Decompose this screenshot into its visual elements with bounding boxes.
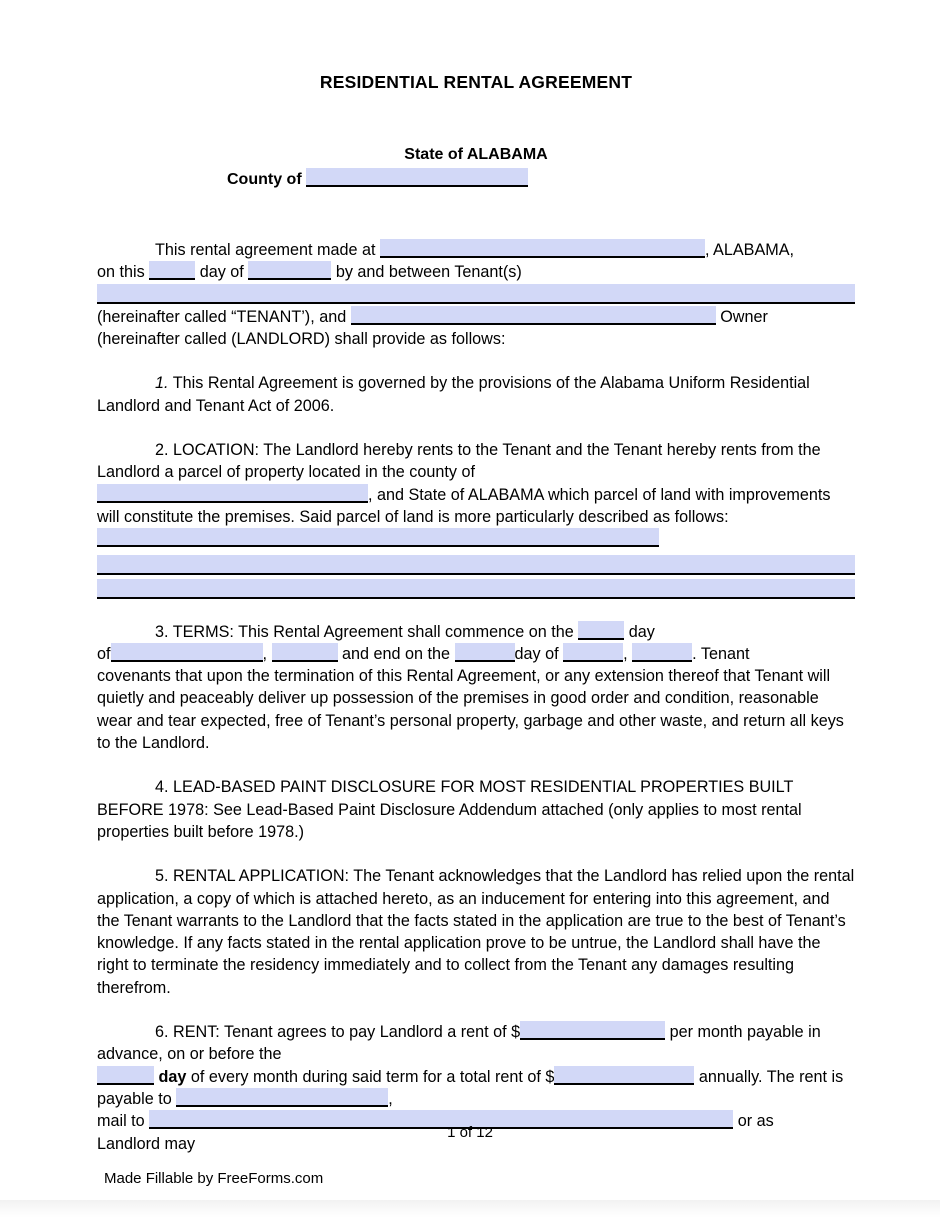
county-heading-row: County of xyxy=(97,164,855,189)
clause-5-text: The Tenant acknowledges that the Landlor… xyxy=(97,867,855,997)
total-rent-field[interactable] xyxy=(554,1065,695,1085)
term-end-year-field[interactable] xyxy=(632,642,693,662)
intro-line3-text-b: Owner xyxy=(720,307,768,326)
clause-6-text-c: day xyxy=(158,1067,187,1086)
document-content: RESIDENTIAL RENTAL AGREEMENT State of AL… xyxy=(97,0,855,1155)
clause-2-heading: LOCATION: xyxy=(173,441,260,460)
month-field[interactable] xyxy=(248,261,332,281)
tenants-field[interactable] xyxy=(97,283,855,304)
term-start-month-field[interactable] xyxy=(110,642,263,662)
clause-5: 5. RENTAL APPLICATION: The Tenant acknow… xyxy=(97,843,855,999)
clause-5-number: 5. xyxy=(155,867,169,886)
term-end-day-field[interactable] xyxy=(454,642,515,662)
document-page: RESIDENTIAL RENTAL AGREEMENT State of AL… xyxy=(0,0,940,1200)
clause-4: 4. LEAD-BASED PAINT DISCLOSURE FOR MOST … xyxy=(97,754,855,843)
intro-line2-text-c: by and between Tenant(s) xyxy=(335,263,522,282)
description-block xyxy=(97,554,855,599)
day-field[interactable] xyxy=(149,261,196,281)
intro-line1-text-a: This rental agreement made at xyxy=(155,241,376,259)
county-label: County of xyxy=(227,171,302,188)
clause-4-number: 4. xyxy=(155,778,169,797)
clause-1: 1. This Rental Agreement is governed by … xyxy=(97,350,855,417)
rent-amount-field[interactable] xyxy=(520,1021,666,1041)
state-heading: State of ALABAMA xyxy=(404,146,548,163)
clause-1-text: This Rental Agreement is governed by the… xyxy=(97,374,810,415)
clause-6-text-d: of every month during said term for a to… xyxy=(190,1067,555,1086)
description-field-3[interactable] xyxy=(97,578,855,599)
clause-3: 3. TERMS: This Rental Agreement shall co… xyxy=(97,599,855,755)
term-end-month-field[interactable] xyxy=(563,642,624,662)
intro-line2-text-a: on this xyxy=(97,263,145,282)
made-at-field[interactable] xyxy=(379,239,705,258)
intro-line1-text-b: , ALABAMA, xyxy=(704,241,795,259)
intro-line4-text: (hereinafter called (LANDLORD) shall pro… xyxy=(97,330,506,349)
page-bottom-shadow xyxy=(0,1200,940,1218)
intro-line2-text-b: day of xyxy=(199,263,244,282)
clause-3-text-g: , xyxy=(623,644,628,663)
intro-line3-text-a: (hereinafter called “TENANT’), and xyxy=(97,307,347,326)
made-by-credit: Made Fillable by FreeForms.com xyxy=(104,1170,324,1187)
clause-6-text-f: , xyxy=(388,1089,393,1108)
clause-2-number: 2. xyxy=(155,441,169,460)
clause-3-text-e: and end on the xyxy=(342,644,451,663)
location-county-field[interactable] xyxy=(97,483,368,503)
clause-6-heading: RENT: xyxy=(173,1023,220,1042)
owner-field[interactable] xyxy=(350,305,716,325)
term-start-year-field[interactable] xyxy=(271,642,338,662)
clause-3-number: 3. xyxy=(155,622,169,641)
page-number: 1 of 12 xyxy=(447,1124,493,1141)
clause-3-text-b: day xyxy=(628,622,655,641)
rent-due-day-field[interactable] xyxy=(97,1065,154,1085)
clause-2: 2. LOCATION: The Landlord hereby rents t… xyxy=(97,417,855,550)
clause-6-text-a: Tenant agrees to pay Landlord a rent of … xyxy=(224,1023,521,1042)
clause-6-number: 6. xyxy=(155,1023,169,1042)
term-start-day-field[interactable] xyxy=(578,620,625,640)
clause-3-text-i: covenants that upon the termination of t… xyxy=(97,667,844,753)
clause-3-text-a: This Rental Agreement shall commence on … xyxy=(238,622,574,641)
clause-1-number: 1. xyxy=(155,374,169,393)
clause-3-text-f: day of xyxy=(514,644,559,663)
payable-to-field[interactable] xyxy=(176,1087,389,1107)
clause-3-heading: TERMS: xyxy=(172,622,234,641)
page-title: RESIDENTIAL RENTAL AGREEMENT xyxy=(319,72,633,92)
clause-3-text-c: of xyxy=(97,644,111,663)
clause-3-text-h: . Tenant xyxy=(692,644,750,663)
clause-3-text-d: , xyxy=(262,644,268,663)
intro-paragraph: This rental agreement made at , ALABAMA,… xyxy=(97,189,855,350)
county-field[interactable] xyxy=(306,168,529,187)
description-field-1[interactable] xyxy=(97,528,659,548)
clause-5-heading: RENTAL APPLICATION: xyxy=(173,867,350,886)
description-field-2[interactable] xyxy=(97,554,855,575)
